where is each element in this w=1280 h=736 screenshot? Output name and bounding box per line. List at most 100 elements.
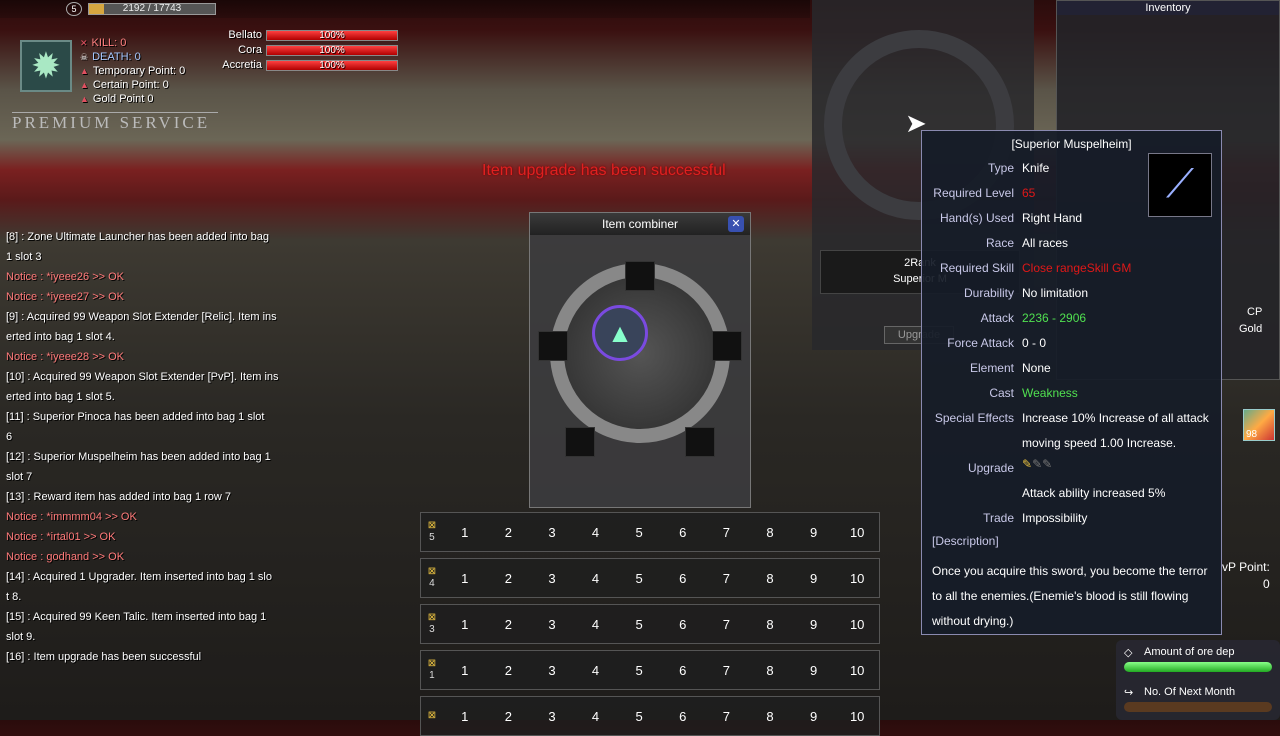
hotbar-row: ⊠ 1 2 3 4 5 6 7 8 9 10 [420,696,880,736]
tooltip-row: moving speed 1.00 Increase. [922,436,1222,456]
hotbar-page[interactable]: ⊠ 4 [421,566,443,590]
hotbar-slot[interactable]: 9 [792,617,836,632]
hotbar-slot[interactable]: 8 [748,617,792,632]
hotbar-slot[interactable]: 4 [574,571,618,586]
chat-line: erted into bag 1 slot 4. [6,331,115,343]
hotbar-slot[interactable]: 9 [792,525,836,540]
hotbar-slot[interactable]: 1 [443,525,487,540]
hotbar-slot[interactable]: 9 [792,571,836,586]
chat-line: [12] : Superior Muspelheim has been adde… [6,451,271,463]
combiner-slot[interactable] [712,331,742,361]
tooltip-row: Attack 2236 - 2906 [922,311,1222,331]
pvp-stats: ✕ KILL: 0 ☠ DEATH: 0 ▲ Temporary Point: 0 ▲… [80,36,185,106]
hotbar-slot[interactable]: 5 [617,663,661,678]
hotbar-slot[interactable]: 7 [705,571,749,586]
hotbar-page-number: 4 [429,578,435,589]
hotbar-slot[interactable]: 1 [443,571,487,586]
hotbar-slot[interactable]: 4 [574,709,618,724]
hotbar-slot[interactable]: 4 [574,663,618,678]
hotbar-slot[interactable]: 8 [748,571,792,586]
chat-line: [8] : Zone Ultimate Launcher has been ad… [6,231,269,243]
hotbar-slot[interactable]: 8 [748,709,792,724]
tooltip-key: Type [987,161,1014,175]
hotbar-slot[interactable]: 10 [835,709,879,724]
skill-item-slot[interactable]: 98 [1243,409,1275,441]
hotbar-page-number: 5 [429,532,435,543]
tooltip-row: Special Effects Increase 10% Increase of … [922,411,1222,431]
combiner-slot[interactable] [565,427,595,457]
certain-point: ▲ Certain Point: 0 [80,79,169,91]
hotbar-slot[interactable]: 10 [835,525,879,540]
hotbar-slot[interactable]: 6 [661,617,705,632]
tooltip-row: Race All races [922,236,1222,256]
chat-line: slot 9. [6,631,36,643]
tooltip-row: Required Skill Close rangeSkill GM [922,261,1222,281]
combiner-slot[interactable] [538,331,568,361]
chat-line: 1 slot 3 [6,251,42,263]
hotbar-slot[interactable]: 4 [574,617,618,632]
hotbar-slot[interactable]: 6 [661,663,705,678]
tooltip-value: No limitation [1022,286,1089,300]
hotbar-slot[interactable]: 8 [748,525,792,540]
hotbar-slot[interactable]: 10 [835,663,879,678]
hotbar-slot[interactable]: 4 [574,525,618,540]
tooltip-value: None [1022,361,1051,375]
temporary-point: ▲ Temporary Point: 0 [80,65,186,77]
chat-line: Notice : *iyeee26 >> OK [6,271,125,283]
hotbar-slot[interactable]: 3 [530,663,574,678]
hotbar-slot[interactable]: 9 [792,663,836,678]
combiner-slot[interactable] [625,261,655,291]
hotbar-slot[interactable]: 7 [705,663,749,678]
combine-core-icon[interactable]: ▲ [592,305,648,361]
tooltip-value: All races [1022,236,1069,250]
combiner-slot[interactable] [685,427,715,457]
hotbar-slot[interactable]: 7 [705,525,749,540]
tooltip-row: Required Level 65 [922,186,1222,206]
hotbar-slot[interactable]: 2 [487,525,531,540]
hotbar-slot[interactable]: 3 [530,525,574,540]
hotbar-page[interactable]: ⊠ [421,710,443,722]
upgrade-talic-icons: ✎✎✎ [1022,457,1053,471]
hotbar-slot[interactable]: 2 [487,709,531,724]
tooltip-value: Weakness [1022,386,1078,400]
hotbar-page[interactable]: ⊠ 3 [421,612,443,636]
hotbar-slot[interactable]: 5 [617,571,661,586]
hotbar-slot[interactable]: 1 [443,709,487,724]
tooltip-row: Type Knife [922,161,1222,181]
hotbar-page[interactable]: ⊠ 5 [421,520,443,544]
hotbar-slot[interactable]: 1 [443,617,487,632]
hotbar-slot[interactable]: 10 [835,571,879,586]
hotbar-slot[interactable]: 9 [792,709,836,724]
hotbar-slot[interactable]: 7 [705,709,749,724]
hotbar-page[interactable]: ⊠ 1 [421,658,443,682]
race-bar: 100% [266,60,398,71]
item-tooltip: [Superior Muspelheim] ⟋ Type Knife Require… [921,130,1222,635]
hotbar-slot[interactable]: 7 [705,617,749,632]
hotbar-slot[interactable]: 1 [443,663,487,678]
chat-line: [16] : Item upgrade has been successful [6,651,202,663]
hotbar-slot[interactable]: 2 [487,663,531,678]
chat-line: slot 7 [6,471,33,483]
hotbar-slot[interactable]: 3 [530,571,574,586]
tooltip-value: Right Hand [1022,211,1083,225]
exp-fill [89,4,105,14]
hotbar-slot[interactable]: 5 [617,617,661,632]
hotbar-slot[interactable]: 8 [748,663,792,678]
hotbar-slot[interactable]: 2 [487,617,531,632]
hotbar-slot[interactable]: 10 [835,617,879,632]
hotbar-slot[interactable]: 5 [617,709,661,724]
hotbar-slot[interactable]: 3 [530,709,574,724]
hotbar-slot[interactable]: 6 [661,525,705,540]
hotbar-slot[interactable]: 6 [661,709,705,724]
cp-label: CP [1247,306,1263,318]
hotbar-slot[interactable]: 6 [661,571,705,586]
tooltip-row: Durability No limitation [922,286,1222,306]
close-button[interactable]: ✕ [728,216,744,232]
tooltip-key: Element [969,361,1014,375]
hotbar-slot[interactable]: 3 [530,617,574,632]
hotbar-slot[interactable]: 2 [487,571,531,586]
hotbar-slot[interactable]: 5 [617,525,661,540]
chat-log[interactable]: [8] : Zone Ultimate Launcher has been ad… [6,227,306,667]
chat-line: Notice : godhand >> OK [6,551,125,563]
ore-amount-label: Amount of ore dep [1144,646,1235,658]
